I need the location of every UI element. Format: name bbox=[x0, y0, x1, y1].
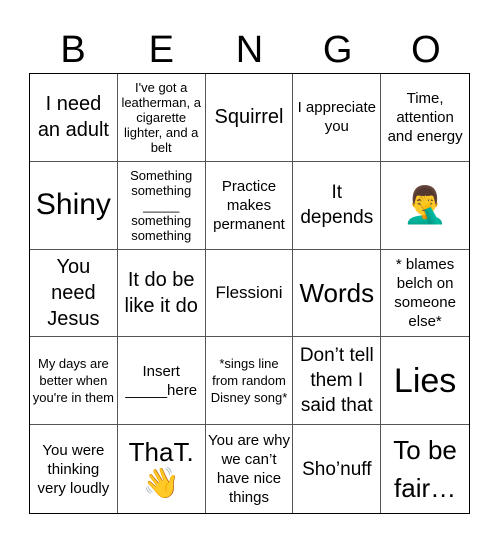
cell-text: I've got a leatherman, a cigarette light… bbox=[121, 79, 201, 155]
cell-text: My days are better when you're in them bbox=[32, 356, 115, 406]
header-letter-e: E bbox=[148, 29, 174, 71]
header-letter-o: O bbox=[411, 29, 441, 71]
facepalm-icon: 🤦‍♂️ bbox=[402, 184, 448, 226]
bingo-card-grid: I need an adult I've got a leatherman, a… bbox=[29, 73, 470, 514]
bingo-cell[interactable]: Squirrel bbox=[205, 74, 294, 162]
cell-text: Sho’nuff bbox=[302, 458, 372, 480]
bingo-cell[interactable]: *sings line from random Disney song* bbox=[205, 337, 294, 426]
cell-text: I appreciate you bbox=[297, 99, 376, 136]
cell-text: It do be like it do bbox=[124, 268, 198, 317]
cell-text: You are why we can’t have nice things bbox=[207, 432, 290, 507]
cell-text: You were thinking very loudly bbox=[37, 441, 110, 497]
bingo-cell[interactable]: Lies bbox=[381, 337, 469, 426]
bingo-cell[interactable]: Words bbox=[293, 249, 382, 338]
bingo-cell[interactable]: I appreciate you bbox=[293, 74, 382, 162]
header-letter-n: N bbox=[235, 29, 264, 71]
bingo-cell[interactable]: * blames belch on someone else* bbox=[381, 250, 469, 338]
bingo-cell[interactable]: It do be like it do bbox=[117, 249, 206, 338]
cell-text: Flessioni bbox=[215, 282, 283, 302]
cell-text: ThaT. bbox=[128, 437, 194, 468]
cell-text: Practice makes permanent bbox=[213, 177, 285, 233]
cell-text: Time, attention and energy bbox=[387, 89, 463, 145]
cell-text: Don’t tell them I said that bbox=[299, 345, 374, 417]
bingo-cell[interactable]: Practice makes permanent bbox=[205, 161, 294, 250]
cell-text: Lies bbox=[393, 361, 457, 400]
bingo-cell[interactable]: Time, attention and energy bbox=[381, 74, 469, 162]
cell-content: ThaT. 👋 bbox=[129, 437, 194, 501]
cell-text: It depends bbox=[300, 182, 374, 229]
cell-text: Squirrel bbox=[214, 106, 284, 129]
bingo-cell[interactable]: ThaT. 👋 bbox=[118, 425, 206, 513]
bingo-cell[interactable]: 🤦‍♂️ bbox=[381, 162, 469, 250]
bingo-cell[interactable]: To be fair… bbox=[381, 425, 469, 513]
bingo-cell[interactable]: You were thinking very loudly bbox=[30, 425, 118, 513]
bingo-cell[interactable]: Sho’nuff bbox=[293, 425, 382, 513]
header-letter-g: G bbox=[322, 29, 353, 71]
bingo-cell[interactable]: Don’t tell them I said that bbox=[293, 337, 382, 426]
cell-text: Words bbox=[299, 277, 375, 308]
bingo-header: B E N G O bbox=[29, 28, 470, 73]
bingo-cell[interactable]: You need Jesus bbox=[30, 249, 118, 338]
bingo-cell[interactable]: My days are better when you're in them bbox=[30, 337, 118, 426]
waving-hand-icon: 👋 bbox=[142, 467, 180, 501]
bingo-cell[interactable]: I need an adult bbox=[30, 74, 118, 162]
bingo-cell[interactable]: Shiny bbox=[30, 161, 118, 250]
bingo-cell[interactable]: You are why we can’t have nice things bbox=[206, 425, 294, 513]
cell-text: Insert _____here bbox=[125, 362, 198, 399]
bingo-cell[interactable]: I've got a leatherman, a cigarette light… bbox=[117, 74, 206, 162]
bingo-cell[interactable]: It depends bbox=[293, 161, 382, 250]
cell-text: To be fair… bbox=[393, 435, 457, 504]
cell-text: *sings line from random Disney song* bbox=[210, 356, 288, 406]
cell-text: Something something _____ something some… bbox=[130, 167, 193, 243]
bingo-cell[interactable]: Insert _____here bbox=[117, 337, 206, 426]
bingo-cell[interactable]: Flessioni bbox=[205, 249, 294, 338]
cell-text: You need Jesus bbox=[47, 255, 100, 330]
bingo-cell[interactable]: Something something _____ something some… bbox=[117, 161, 206, 250]
header-letter-b: B bbox=[60, 29, 86, 71]
cell-text: I need an adult bbox=[37, 93, 109, 142]
cell-text: * blames belch on someone else* bbox=[394, 255, 456, 330]
cell-text: Shiny bbox=[35, 188, 111, 222]
